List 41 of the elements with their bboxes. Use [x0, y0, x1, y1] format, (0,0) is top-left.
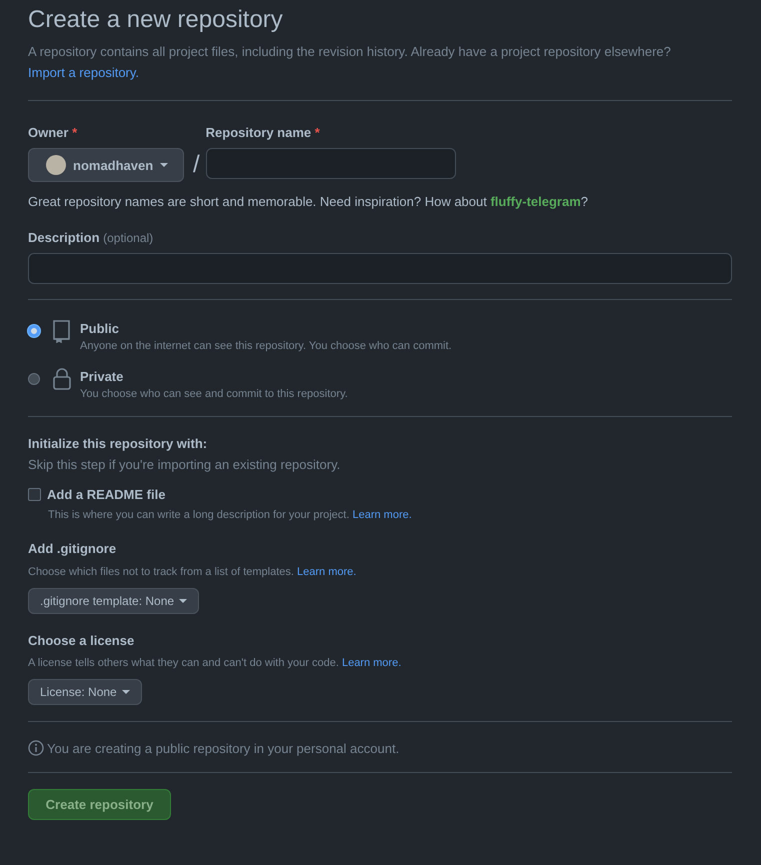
repository-name-field[interactable] — [206, 148, 456, 179]
learn-more-link[interactable]: Learn more. — [352, 509, 412, 521]
section-note: A license tells others what they can and can't do with your code. Learn more. — [28, 657, 402, 669]
license-dropdown[interactable]: License: None — [28, 679, 142, 705]
page-title: Create a new repository — [28, 6, 284, 34]
option-label: Private — [80, 369, 124, 384]
create-repository-button[interactable]: Create repository — [28, 789, 171, 820]
checkbox[interactable] — [28, 488, 41, 501]
field-label: Repository name * — [206, 125, 321, 140]
radio-button[interactable] — [28, 373, 40, 385]
section-title: Choose a license — [28, 633, 136, 648]
section-subtitle: Skip this step if you're importing an existing repository. — [28, 457, 342, 472]
notice-text: You are creating a public repository in your personal account. — [47, 740, 400, 756]
slash-separator: / — [193, 151, 200, 179]
option-label: Public — [80, 321, 120, 336]
caret-icon — [179, 599, 188, 603]
field-label: Owner * — [28, 125, 78, 140]
option-description: Anyone on the internet can see this repository. You choose who can commit. — [80, 340, 452, 352]
caret-icon — [160, 163, 168, 167]
intro-text: A repository contains all project files, including the revision history. Already have a project repository elsewhere? — [28, 43, 672, 61]
field-label: Description (optional) — [28, 230, 154, 245]
book-icon — [52, 319, 72, 343]
suggestion-link[interactable]: fluffy-telegram — [490, 194, 581, 209]
info-icon — [28, 740, 44, 756]
learn-more-link[interactable]: Learn more. — [297, 566, 356, 578]
gitignore-dropdown[interactable]: .gitignore template: None — [28, 588, 200, 614]
lock-icon — [52, 367, 72, 391]
radio-button[interactable] — [28, 325, 40, 337]
option-description: You choose who can see and commit to this repository. — [80, 388, 348, 400]
name-hint: Great repository names are short and memorable. Need inspiration? How about fluffy-telegram? — [28, 194, 589, 209]
section-note: Choose which files not to track from a list of templates. Learn more. — [28, 566, 358, 578]
learn-more-link[interactable]: Learn more. — [342, 657, 402, 669]
section-title: Initialize this repository with: — [28, 436, 208, 451]
section-title: Add .gitignore — [28, 541, 118, 556]
description-field[interactable] — [28, 253, 732, 284]
caret-icon — [122, 690, 130, 694]
readme-note: This is where you can write a long description for your project. Learn more. — [48, 509, 413, 521]
checkbox-label: Add a README file — [47, 487, 166, 502]
owner-dropdown[interactable]: nomadhaven — [28, 148, 184, 182]
avatar-icon — [46, 155, 66, 175]
import-link[interactable]: Import a repository. — [28, 65, 140, 80]
